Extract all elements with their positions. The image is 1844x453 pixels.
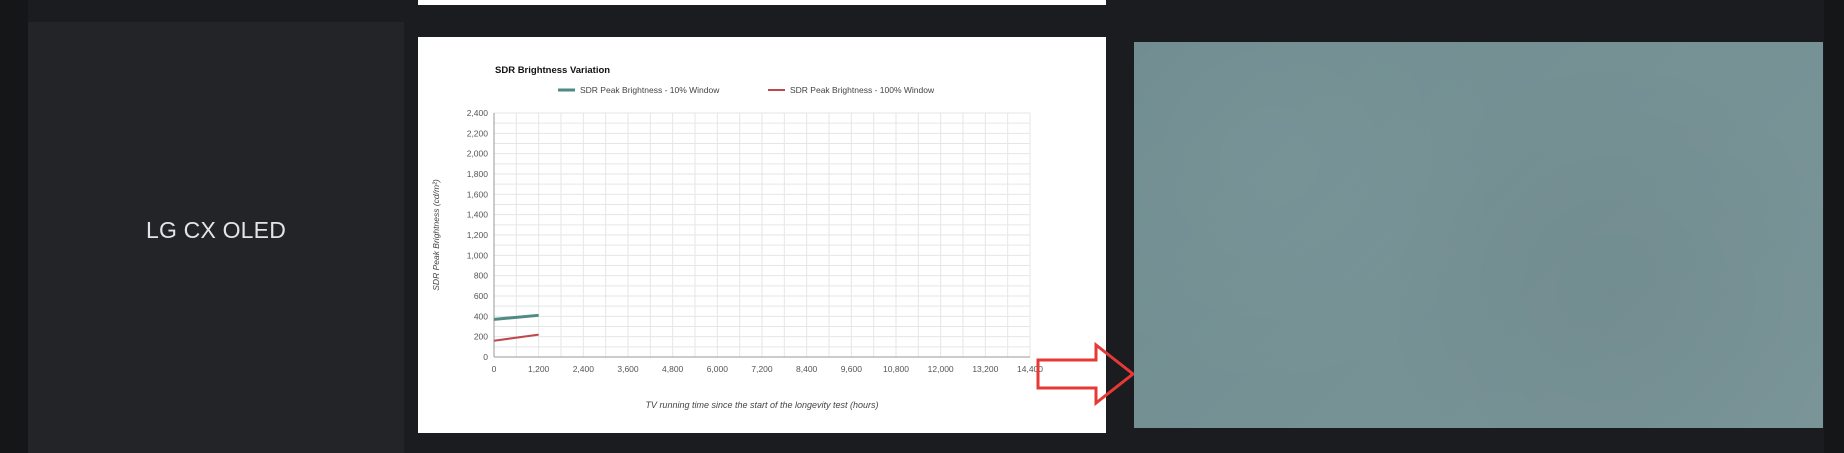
x-tick-label: 10,800 [883,364,909,374]
y-tick-label: 1,800 [467,169,489,179]
comparison-table-row: LG CX OLED SDR Brightness Variation SDR … [0,0,1844,453]
y-tick-label: 2,400 [467,108,489,118]
y-tick-label: 1,400 [467,210,489,220]
x-tick-label: 12,000 [928,364,954,374]
y-tick-label: 1,600 [467,189,489,199]
x-tick-label: 6,000 [707,364,729,374]
previous-row-chart-edge [418,0,1106,5]
red-arrow-icon [1036,342,1136,406]
legend-label-100: SDR Peak Brightness - 100% Window [790,85,935,95]
x-tick-label: 8,400 [796,364,818,374]
x-tick-label: 13,200 [972,364,998,374]
y-axis-label: SDR Peak Brightness (cd/m²) [431,179,441,291]
x-tick-label: 2,400 [573,364,595,374]
x-tick-label: 3,600 [617,364,639,374]
model-name-cell: LG CX OLED [28,22,404,453]
chart-title: SDR Brightness Variation [495,65,610,76]
x-tick-label: 4,800 [662,364,684,374]
y-axis-ticks: 0 200 400 600 800 1,000 1,200 1,400 1,600 1,800 2,… [467,108,489,362]
model-name: LG CX OLED [145,216,287,243]
brightness-chart: SDR Brightness Variation SDR Peak Bright… [431,65,1044,410]
x-tick-label: 1,200 [528,364,550,374]
x-tick-label: 0 [492,364,497,374]
x-axis-ticks: 0 1,200 2,400 3,600 4,800 6,000 7,200 8,400 9,60… [492,364,1044,374]
y-tick-label: 2,200 [467,128,489,138]
x-tick-label: 7,200 [751,364,773,374]
table-right-edge [1824,0,1844,453]
y-tick-label: 0 [483,352,488,362]
y-tick-label: 1,000 [467,250,489,260]
brightness-chart-card: SDR Brightness Variation SDR Peak Bright… [418,37,1106,433]
tv-screen-photo [1134,42,1823,428]
y-tick-label: 200 [474,332,488,342]
table-left-edge [0,0,28,453]
chart-grid [493,112,1031,358]
y-tick-label: 1,200 [467,230,489,240]
y-tick-label: 600 [474,291,488,301]
x-tick-label: 9,600 [841,364,863,374]
legend-label-10: SDR Peak Brightness - 10% Window [580,85,720,95]
y-tick-label: 2,000 [467,149,489,159]
y-tick-label: 800 [474,271,488,281]
x-axis-label: TV running time since the start of the l… [645,400,878,410]
y-tick-label: 400 [474,311,488,321]
